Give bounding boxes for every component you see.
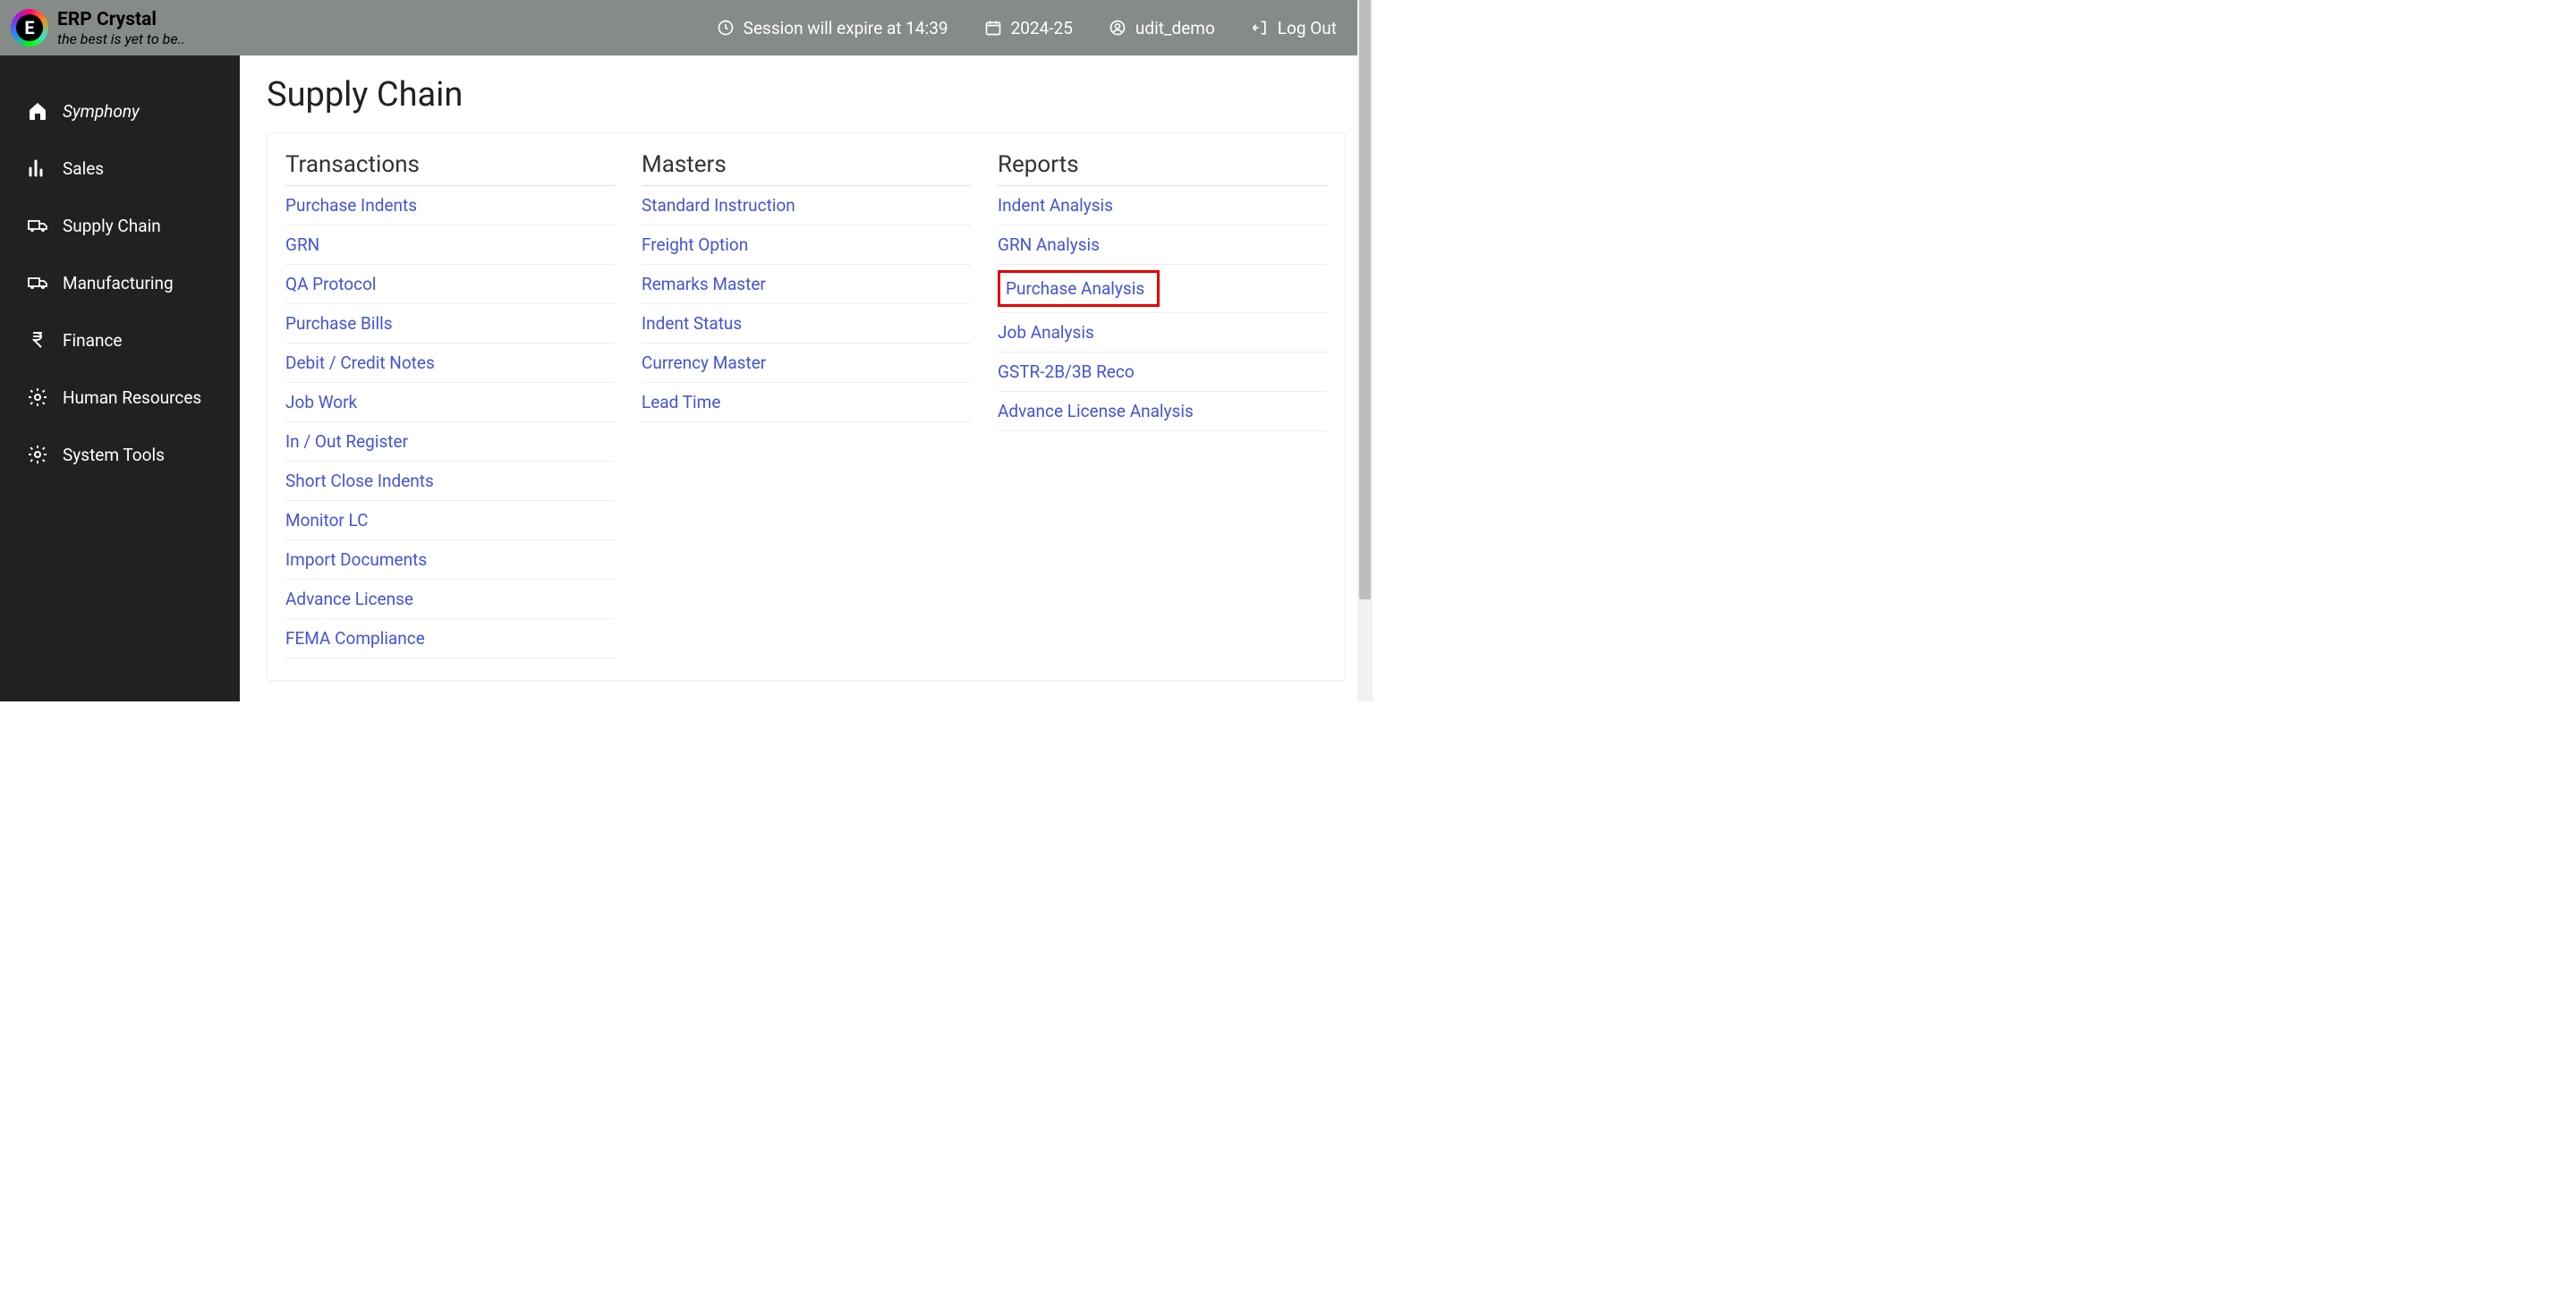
- logout-icon: [1251, 19, 1269, 37]
- home-icon: [27, 100, 48, 122]
- top-header: E ERP Crystal the best is yet to be.. Se…: [0, 0, 1373, 55]
- link-monitor-lc[interactable]: Monitor LC: [285, 501, 615, 540]
- link-remarks-master[interactable]: Remarks Master: [642, 265, 971, 304]
- gear-icon: [27, 444, 48, 465]
- link-debit-credit-notes[interactable]: Debit / Credit Notes: [285, 344, 615, 383]
- truck-icon: [27, 215, 48, 236]
- sidebar-item-manufacturing[interactable]: Manufacturing: [0, 254, 240, 311]
- column-title: Reports: [998, 148, 1327, 186]
- sidebar-item-label: Manufacturing: [63, 273, 174, 293]
- gear-icon: [27, 386, 48, 408]
- link-purchase-bills[interactable]: Purchase Bills: [285, 304, 615, 344]
- session-expiry: Session will expire at 14:39: [717, 18, 948, 38]
- sidebar-item-hr[interactable]: Human Resources: [0, 369, 240, 426]
- sidebar-item-supply-chain[interactable]: Supply Chain: [0, 197, 240, 254]
- clock-icon: [717, 19, 735, 37]
- header-right: Session will expire at 14:39 2024-25 udi…: [717, 18, 1337, 38]
- link-lead-time[interactable]: Lead Time: [642, 383, 971, 422]
- sidebar-item-finance[interactable]: Finance: [0, 311, 240, 369]
- column-reports: ReportsIndent AnalysisGRN Analysis Purcha…: [998, 148, 1327, 658]
- link-advance-license-analysis[interactable]: Advance License Analysis: [998, 392, 1327, 431]
- sidebar-item-label: Finance: [63, 330, 122, 351]
- link-grn[interactable]: GRN: [285, 225, 615, 265]
- sidebar-item-symphony[interactable]: Symphony: [0, 82, 240, 140]
- link-indent-analysis[interactable]: Indent Analysis: [998, 186, 1327, 225]
- logout-label: Log Out: [1278, 18, 1337, 38]
- link-currency-master[interactable]: Currency Master: [642, 344, 971, 383]
- vertical-scrollbar[interactable]: [1357, 0, 1373, 701]
- column-masters: MastersStandard InstructionFreight Optio…: [642, 148, 971, 658]
- link-indent-status[interactable]: Indent Status: [642, 304, 971, 344]
- sidebar-item-sales[interactable]: Sales: [0, 140, 240, 197]
- rupee-icon: [27, 329, 48, 351]
- link-grn-analysis[interactable]: GRN Analysis: [998, 225, 1327, 265]
- user-name: udit_demo: [1135, 18, 1215, 38]
- link-job-analysis[interactable]: Job Analysis: [998, 313, 1327, 352]
- brand: E ERP Crystal the best is yet to be..: [0, 9, 185, 47]
- column-title: Transactions: [285, 148, 615, 186]
- link-fema-compliance[interactable]: FEMA Compliance: [285, 619, 615, 658]
- sidebar-item-label: Supply Chain: [63, 216, 161, 236]
- calendar-icon: [984, 19, 1002, 37]
- sidebar-item-label: System Tools: [63, 445, 165, 465]
- module-card: TransactionsPurchase IndentsGRNQA Protoc…: [267, 132, 1346, 681]
- fiscal-year[interactable]: 2024-25: [984, 18, 1073, 38]
- link-freight-option[interactable]: Freight Option: [642, 225, 971, 265]
- link-gstr-2b-3b-reco[interactable]: GSTR-2B/3B Reco: [998, 352, 1327, 392]
- link-short-close-indents[interactable]: Short Close Indents: [285, 462, 615, 501]
- link-job-work[interactable]: Job Work: [285, 383, 615, 422]
- user-menu[interactable]: udit_demo: [1109, 18, 1215, 38]
- link-purchase-indents[interactable]: Purchase Indents: [285, 186, 615, 225]
- highlighted-link[interactable]: Purchase Analysis: [998, 270, 1160, 307]
- link-standard-instruction[interactable]: Standard Instruction: [642, 186, 971, 225]
- page-title: Supply Chain: [267, 75, 1346, 115]
- session-expiry-text: Session will expire at 14:39: [744, 18, 948, 38]
- main-content: Supply Chain TransactionsPurchase Indent…: [240, 55, 1373, 701]
- truck-icon: [27, 272, 48, 293]
- column-title: Masters: [642, 148, 971, 186]
- link-advance-license[interactable]: Advance License: [285, 580, 615, 619]
- column-transactions: TransactionsPurchase IndentsGRNQA Protoc…: [285, 148, 615, 658]
- sidebar-item-label: Sales: [63, 158, 104, 179]
- fiscal-year-text: 2024-25: [1011, 18, 1073, 38]
- sidebar-item-system-tools[interactable]: System Tools: [0, 426, 240, 483]
- link-purchase-analysis[interactable]: Purchase Analysis: [998, 265, 1327, 313]
- link-import-documents[interactable]: Import Documents: [285, 540, 615, 580]
- brand-tagline: the best is yet to be..: [57, 30, 185, 47]
- brand-name: ERP Crystal: [57, 9, 185, 30]
- sidebar-item-label: Symphony: [63, 101, 140, 122]
- brand-logo: E: [11, 9, 48, 47]
- logout-button[interactable]: Log Out: [1251, 18, 1337, 38]
- sidebar-item-label: Human Resources: [63, 387, 201, 408]
- link-qa-protocol[interactable]: QA Protocol: [285, 265, 615, 304]
- scrollbar-thumb[interactable]: [1359, 0, 1371, 599]
- sidebar: Symphony Sales Supply Chain Manufacturing Fi…: [0, 55, 240, 701]
- user-icon: [1109, 19, 1126, 37]
- link-in-out-register[interactable]: In / Out Register: [285, 422, 615, 462]
- bar-chart-icon: [27, 157, 48, 179]
